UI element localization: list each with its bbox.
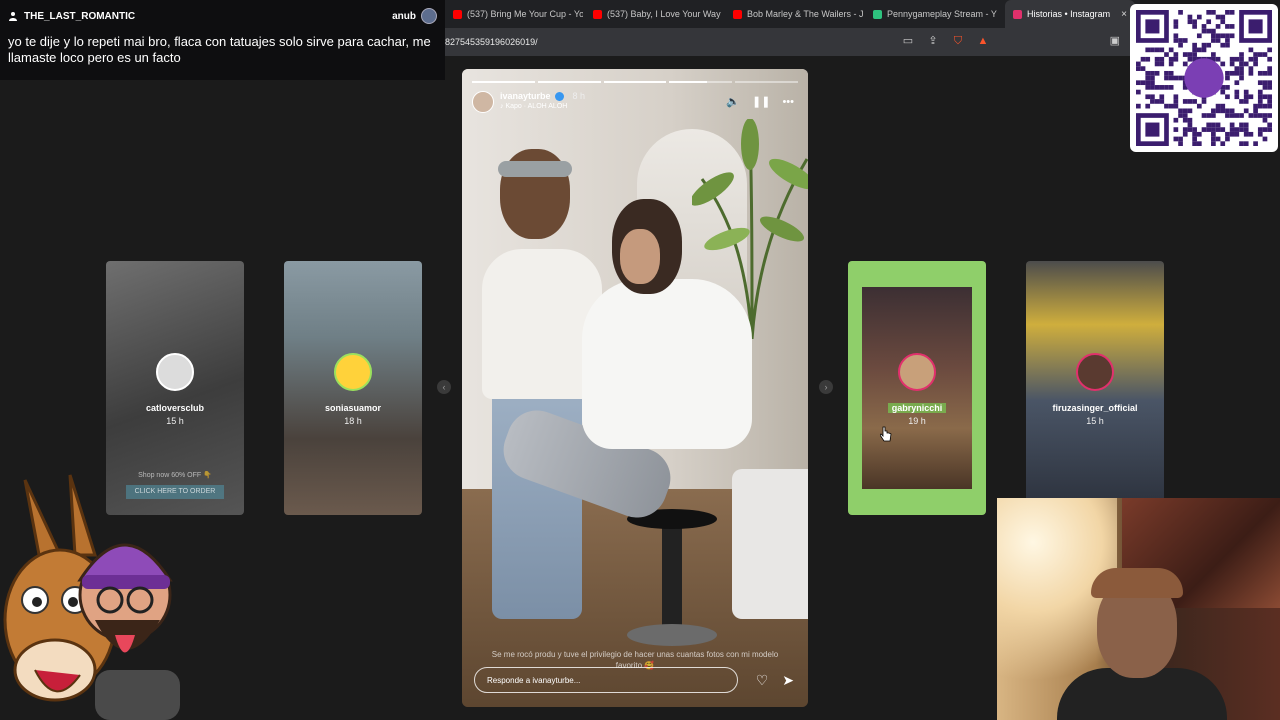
tab-5-active[interactable]: Historias • Instagram × <box>1005 0 1135 28</box>
donkey-mascot-icon <box>3 474 180 720</box>
thumb-username: catloverscIub <box>145 403 205 413</box>
thumb-time: 15 h <box>166 416 184 426</box>
story-header: ivanayturbe 8 h ♪ Kapo · ALOH ALOH <box>472 91 585 113</box>
tab-label: Pennygameplay Stream - Y <box>887 9 997 19</box>
screen: THE_LAST_ROMANTIC anub yo te dije y lo r… <box>0 0 1280 720</box>
screen-icon[interactable]: ▭ <box>901 34 915 48</box>
brave-rewards-icon[interactable]: ▲ <box>976 34 990 48</box>
story-image-stool-base <box>627 624 717 646</box>
webcam-person-cap <box>1091 568 1183 598</box>
story-viewer[interactable]: ivanayturbe 8 h ♪ Kapo · ALOH ALOH 🔈 ❚❚ … <box>462 69 808 707</box>
verified-badge-icon <box>554 91 564 101</box>
avatar <box>334 353 372 391</box>
story-image-sofa <box>732 469 808 619</box>
close-tab-icon[interactable]: × <box>1121 9 1127 20</box>
thumb-time: 19 h <box>908 416 926 426</box>
more-dots-icon[interactable]: ••• <box>782 96 794 108</box>
chat-avatar <box>421 8 437 24</box>
heart-icon[interactable]: ♡ <box>756 672 769 689</box>
story-image-model-jacket <box>582 279 752 449</box>
qr-code-icon <box>1136 10 1272 146</box>
story-username-row: ivanayturbe 8 h <box>500 91 585 101</box>
story-music-label: Kapo · ALOH ALOH <box>505 103 568 110</box>
url-text[interactable]: 827545359196026019/ <box>445 37 538 47</box>
story-thumb-soniasuamor[interactable]: soniasuamor 18 h <box>284 261 422 515</box>
youtube-icon <box>733 9 742 19</box>
youtube-icon <box>453 9 462 19</box>
thumb-time: 18 h <box>344 416 362 426</box>
story-image-stool <box>662 519 682 639</box>
chat-message: yo te dije y lo repeti mai bro, flaca co… <box>8 34 431 65</box>
thumb-username: gabrynicchi <box>888 403 946 413</box>
avatar <box>156 353 194 391</box>
story-thumb-gabrynicchi[interactable]: gabrynicchi 19 h <box>848 261 986 515</box>
address-bar[interactable]: 827545359196026019/ ▭ ⇪ ⛉ ▲ ▣ <box>445 28 1140 56</box>
chat-overlay: THE_LAST_ROMANTIC anub yo te dije y lo r… <box>0 0 445 80</box>
thumb-username: firuzasinger_official <box>1052 403 1138 413</box>
reply-actions: ♡ ➤ <box>756 672 794 689</box>
story-time: 8 h <box>572 91 586 101</box>
reply-input[interactable]: Responde a ivanayturbe... <box>474 667 738 693</box>
story-music[interactable]: ♪ Kapo · ALOH ALOH <box>500 103 585 110</box>
chat-badge: anub <box>392 8 437 24</box>
send-icon[interactable]: ➤ <box>782 672 794 689</box>
tab-label: (537) Baby, I Love Your Way - Y <box>607 9 723 19</box>
chat-header: THE_LAST_ROMANTIC anub <box>8 8 437 24</box>
tab-3[interactable]: Bob Marley & The Wailers - Ja <box>725 0 863 28</box>
avatar <box>898 353 936 391</box>
reply-placeholder: Responde a ivanayturbe... <box>487 675 581 685</box>
progress-segment <box>537 81 601 83</box>
chat-username: THE_LAST_ROMANTIC <box>24 10 136 22</box>
tab-label: Bob Marley & The Wailers - Ja <box>747 9 863 19</box>
tab-label: Historias • Instagram <box>1027 9 1111 19</box>
browser-tab-bar: (537) Bring Me Your Cup - You (537) Baby… <box>445 0 1140 28</box>
story-image-headband <box>498 161 572 177</box>
instagram-icon <box>1013 9 1022 19</box>
qr-code <box>1130 4 1278 152</box>
avatar[interactable] <box>472 91 494 113</box>
tab-label: (537) Bring Me Your Cup - You <box>467 9 583 19</box>
user-icon <box>9 12 17 21</box>
progress-segment <box>472 81 535 83</box>
tab-1[interactable]: (537) Bring Me Your Cup - You <box>445 0 583 28</box>
progress-segment <box>603 81 667 83</box>
progress-segment <box>669 81 733 83</box>
tab-4[interactable]: Pennygameplay Stream - Y <box>865 0 1003 28</box>
sidebar-toggle-icon[interactable]: ▣ <box>1110 34 1120 47</box>
story-thumb-firuzasinger[interactable]: firuzasinger_official 15 h <box>1026 261 1164 515</box>
youtube-icon <box>593 9 602 19</box>
hand-cursor-icon <box>880 426 892 442</box>
brave-shield-icon[interactable]: ⛉ <box>951 34 965 48</box>
chat-badge-user: anub <box>392 10 416 22</box>
next-story-arrow[interactable]: › <box>819 380 833 394</box>
progress-segment <box>735 81 798 83</box>
story-progress-bar <box>472 81 798 83</box>
speaker-icon[interactable]: 🔈 <box>726 95 740 108</box>
prev-story-arrow[interactable]: ‹ <box>437 380 451 394</box>
pause-icon[interactable]: ❚❚ <box>752 95 770 108</box>
address-bar-icons: ▭ ⇪ ⛉ ▲ <box>901 34 990 48</box>
share-icon[interactable]: ⇪ <box>926 34 940 48</box>
webcam-feed <box>997 498 1280 720</box>
kick-icon <box>873 9 882 19</box>
tab-2[interactable]: (537) Baby, I Love Your Way - Y <box>585 0 723 28</box>
story-image-model-face <box>620 229 660 284</box>
story-meta: ivanayturbe 8 h ♪ Kapo · ALOH ALOH <box>500 91 585 110</box>
thumb-time: 15 h <box>1086 416 1104 426</box>
thumb-username: soniasuamor <box>324 403 382 413</box>
story-username[interactable]: ivanayturbe <box>500 91 551 101</box>
story-controls: 🔈 ❚❚ ••• <box>726 95 794 109</box>
avatar <box>1076 353 1114 391</box>
